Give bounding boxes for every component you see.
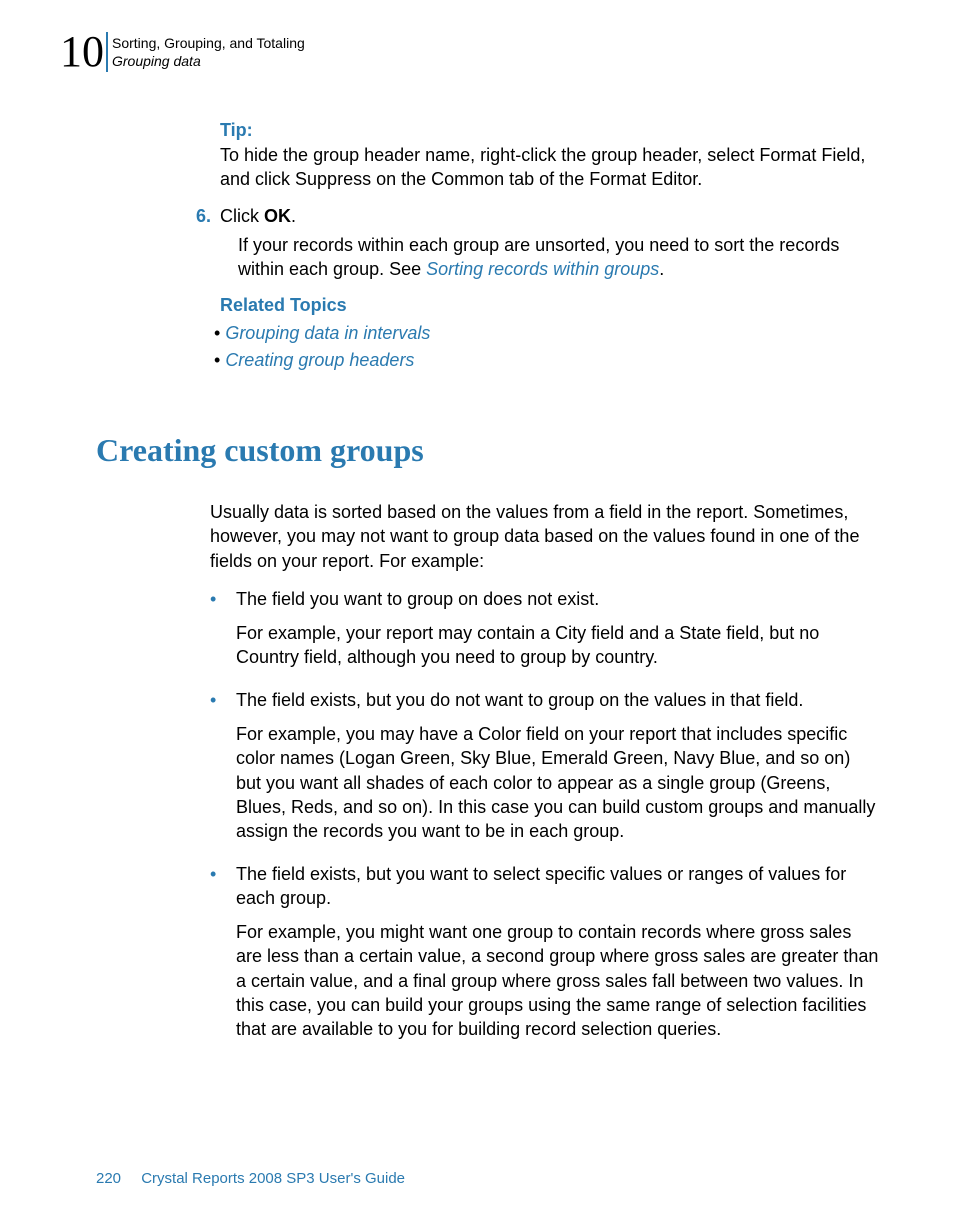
chapter-subtitle: Grouping data [112,52,305,70]
bullet-explain: For example, you might want one group to… [236,920,880,1041]
step-number: 6. [196,206,220,227]
header-text-block: Sorting, Grouping, and Totaling Grouping… [112,34,305,70]
related-topic-item: • Creating group headers [214,347,880,374]
bullet-lead: The field exists, but you want to select… [236,862,880,911]
step-suffix: . [291,206,296,226]
upper-content: Tip: To hide the group header name, righ… [220,120,880,374]
chapter-number: 10 [60,30,104,74]
link-creating-headers[interactable]: Creating group headers [225,350,414,370]
bullet-marker: • [210,688,236,712]
step-bold: OK [264,206,291,226]
page-number: 220 [96,1170,121,1187]
page-header: 10 Sorting, Grouping, and Totaling Group… [60,30,305,74]
bullet-row: • The field exists, but you want to sele… [210,862,880,911]
section-heading: Creating custom groups [96,432,424,469]
step-prefix: Click [220,206,264,226]
tip-label: Tip: [220,120,880,141]
followup-after: . [659,259,664,279]
step-followup: If your records within each group are un… [238,233,880,282]
step-row: 6. Click OK. [196,206,880,227]
page-footer: 220 Crystal Reports 2008 SP3 User's Guid… [96,1170,405,1187]
bullet-row: • The field you want to group on does no… [210,587,880,611]
bullet-dot: • [214,350,225,370]
footer-text: Crystal Reports 2008 SP3 User's Guide [141,1170,405,1187]
chapter-title: Sorting, Grouping, and Totaling [112,34,305,52]
bullet-explain: For example, you may have a Color field … [236,722,880,843]
bullet-dot: • [214,323,225,343]
link-sorting-records[interactable]: Sorting records within groups [426,259,659,279]
related-topic-item: • Grouping data in intervals [214,320,880,347]
bullet-row: • The field exists, but you do not want … [210,688,880,712]
step-text: Click OK. [220,206,296,227]
bullet-marker: • [210,862,236,911]
section-intro: Usually data is sorted based on the valu… [210,500,880,573]
bullet-lead: The field you want to group on does not … [236,587,599,611]
tip-text: To hide the group header name, right-cli… [220,143,880,192]
bullet-marker: • [210,587,236,611]
link-grouping-intervals[interactable]: Grouping data in intervals [225,323,430,343]
section-content: Usually data is sorted based on the valu… [210,500,880,1060]
bullet-lead: The field exists, but you do not want to… [236,688,803,712]
related-topics-label: Related Topics [220,295,880,316]
header-divider [106,32,108,72]
bullet-explain: For example, your report may contain a C… [236,621,880,670]
